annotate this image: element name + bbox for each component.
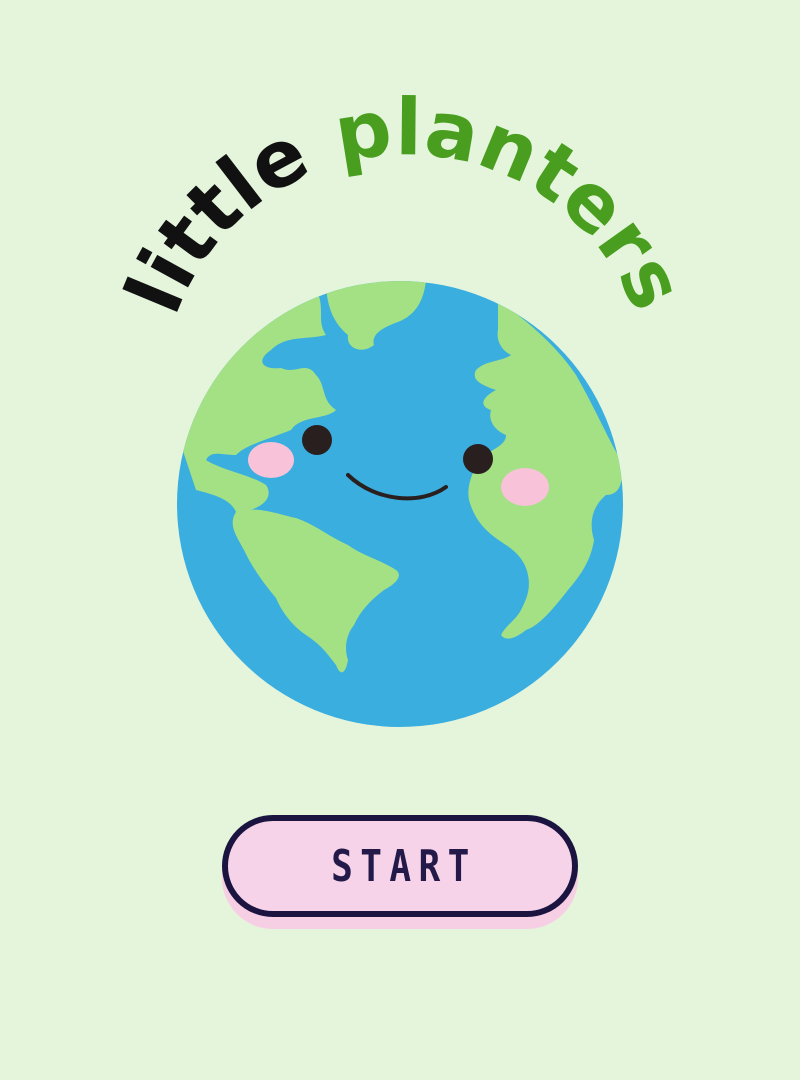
left-cheek	[248, 442, 294, 478]
start-button-label: START	[330, 840, 477, 892]
right-cheek	[501, 468, 549, 506]
start-button[interactable]: START	[222, 815, 578, 917]
right-eye	[463, 444, 493, 474]
left-eye	[302, 425, 332, 455]
smiling-earth-icon	[177, 281, 623, 727]
